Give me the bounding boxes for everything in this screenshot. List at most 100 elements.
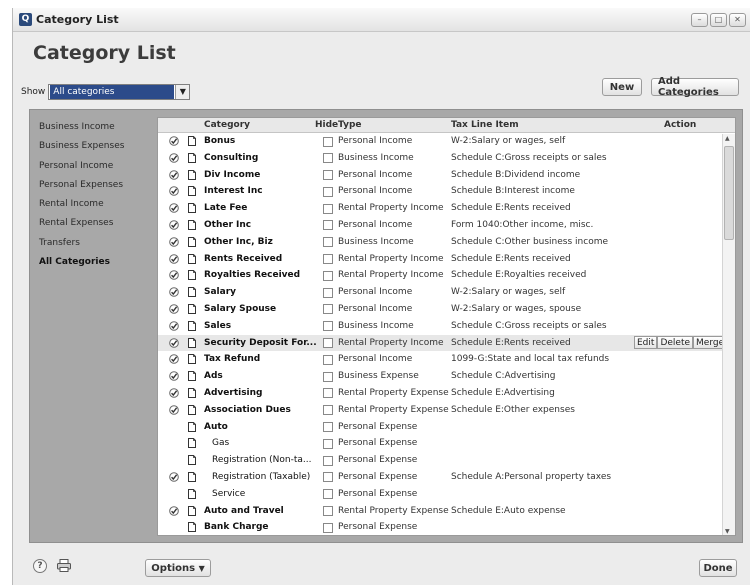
scroll-thumb[interactable] <box>724 146 734 240</box>
hide-checkbox[interactable] <box>323 522 333 533</box>
hide-checkbox[interactable] <box>323 170 333 181</box>
table-row[interactable]: Association Dues Rental Property Expense S… <box>158 402 735 419</box>
table-row[interactable]: Auto and Travel Rental Property Expense Sc… <box>158 503 735 520</box>
table-row[interactable]: Bonus Personal Income W-2:Salary or wages,… <box>158 133 735 150</box>
hide-checkbox[interactable] <box>323 270 333 281</box>
hide-checkbox[interactable] <box>323 354 333 365</box>
category-name[interactable]: Association Dues <box>204 405 291 415</box>
sidebar-item-all-categories[interactable]: All Categories <box>30 253 157 272</box>
hide-checkbox[interactable] <box>323 136 333 147</box>
category-name[interactable]: Security Deposit For... <box>204 338 317 348</box>
hide-checkbox[interactable] <box>323 254 333 265</box>
table-row[interactable]: Bank Charge Personal Expense <box>158 519 735 535</box>
hide-checkbox[interactable] <box>323 405 333 416</box>
done-button[interactable]: Done <box>699 559 737 577</box>
category-name[interactable]: Gas <box>212 438 229 448</box>
category-name[interactable]: Interest Inc <box>204 186 263 196</box>
new-button[interactable]: New <box>602 78 642 96</box>
table-row[interactable]: Ads Business Expense Schedule C:Advertisin… <box>158 368 735 385</box>
hide-checkbox[interactable] <box>323 304 333 315</box>
category-name[interactable]: Tax Refund <box>204 354 260 364</box>
category-name[interactable]: Late Fee <box>204 203 247 213</box>
category-name[interactable]: Ads <box>204 371 223 381</box>
table-row[interactable]: Consulting Business Income Schedule C:Gros… <box>158 150 735 167</box>
hide-checkbox[interactable] <box>323 438 333 449</box>
table-row[interactable]: Interest Inc Personal Income Schedule B:In… <box>158 183 735 200</box>
chevron-down-icon[interactable]: ▼ <box>175 85 190 99</box>
delete-button[interactable]: Delete <box>657 335 694 349</box>
scroll-up-icon[interactable]: ▲ <box>725 135 730 142</box>
sidebar-item-personal-expenses[interactable]: Personal Expenses <box>30 176 157 195</box>
hide-checkbox[interactable] <box>323 472 333 483</box>
hide-checkbox[interactable] <box>323 203 333 214</box>
close-icon[interactable]: ✕ <box>729 12 746 27</box>
category-name[interactable]: Other Inc <box>204 220 251 230</box>
hide-checkbox[interactable] <box>323 388 333 399</box>
vertical-scrollbar[interactable]: ▲ ▼ <box>722 134 735 535</box>
maximize-icon[interactable]: □ <box>710 12 727 27</box>
table-row[interactable]: Advertising Rental Property Expense Schedu… <box>158 385 735 402</box>
table-row[interactable]: Salary Personal Income W-2:Salary or wages… <box>158 284 735 301</box>
table-row[interactable]: Service Personal Expense <box>158 486 735 503</box>
hide-checkbox[interactable] <box>323 220 333 231</box>
category-name[interactable]: Bank Charge <box>204 522 269 532</box>
hide-checkbox[interactable] <box>323 338 333 349</box>
category-name[interactable]: Salary <box>204 287 236 297</box>
table-row[interactable]: Auto Personal Expense <box>158 419 735 436</box>
sidebar-item-transfers[interactable]: Transfers <box>30 234 157 253</box>
category-name[interactable]: Rents Received <box>204 254 282 264</box>
table-row[interactable]: Registration (Taxable) Personal Expense Sc… <box>158 469 735 486</box>
category-name[interactable]: Sales <box>204 321 231 331</box>
header-hide[interactable]: Hide <box>315 120 338 130</box>
hide-checkbox[interactable] <box>323 186 333 197</box>
add-categories-button[interactable]: Add Categories <box>651 76 739 98</box>
table-row[interactable]: Other Inc Personal Income Form 1040:Other … <box>158 217 735 234</box>
sidebar-item-rental-income[interactable]: Rental Income <box>30 195 157 214</box>
table-row[interactable]: Security Deposit For... Rental Property I… <box>158 334 735 352</box>
category-name[interactable]: Consulting <box>204 153 258 163</box>
table-row[interactable]: Div Income Personal Income Schedule B:Divi… <box>158 167 735 184</box>
sidebar-item-rental-expenses[interactable]: Rental Expenses <box>30 214 157 233</box>
table-row[interactable]: Tax Refund Personal Income 1099-G:State an… <box>158 351 735 368</box>
table-row[interactable]: Late Fee Rental Property Income Schedule E… <box>158 200 735 217</box>
hide-checkbox[interactable] <box>323 422 333 433</box>
header-category[interactable]: Category <box>204 120 250 130</box>
category-name[interactable]: Service <box>212 489 245 499</box>
table-row[interactable]: Salary Spouse Personal Income W-2:Salary o… <box>158 301 735 318</box>
table-row[interactable]: Royalties Received Rental Property Income… <box>158 267 735 284</box>
hide-checkbox[interactable] <box>323 287 333 298</box>
scroll-down-icon[interactable]: ▼ <box>725 528 730 535</box>
category-name[interactable]: Registration (Taxable) <box>212 472 310 482</box>
category-name[interactable]: Bonus <box>204 136 235 146</box>
minimize-icon[interactable]: – <box>691 12 708 27</box>
category-name[interactable]: Auto and Travel <box>204 506 284 516</box>
table-row[interactable]: Registration (Non-ta... Personal Expense <box>158 452 735 469</box>
hide-checkbox[interactable] <box>323 489 333 500</box>
options-button[interactable]: Options ▼ <box>145 559 211 577</box>
table-row[interactable]: Gas Personal Expense <box>158 435 735 452</box>
category-name[interactable]: Auto <box>204 422 228 432</box>
table-row[interactable]: Sales Business Income Schedule C:Gross rec… <box>158 318 735 335</box>
help-icon[interactable]: ? <box>33 559 47 573</box>
printer-icon[interactable] <box>57 559 71 572</box>
hide-checkbox[interactable] <box>323 455 333 466</box>
table-row[interactable]: Other Inc, Biz Business Income Schedule C:… <box>158 234 735 251</box>
table-row[interactable]: Rents Received Rental Property Income Sche… <box>158 251 735 268</box>
sidebar-item-business-expenses[interactable]: Business Expenses <box>30 137 157 156</box>
hide-checkbox[interactable] <box>323 321 333 332</box>
hide-checkbox[interactable] <box>323 506 333 517</box>
hide-checkbox[interactable] <box>323 371 333 382</box>
category-name[interactable]: Other Inc, Biz <box>204 237 273 247</box>
category-name[interactable]: Div Income <box>204 170 260 180</box>
header-type[interactable]: Type <box>338 120 361 130</box>
category-name[interactable]: Registration (Non-ta... <box>212 455 311 465</box>
sidebar-item-business-income[interactable]: Business Income <box>30 118 157 137</box>
category-name[interactable]: Royalties Received <box>204 270 300 280</box>
hide-checkbox[interactable] <box>323 153 333 164</box>
header-tax-line[interactable]: Tax Line Item <box>451 120 519 130</box>
edit-button[interactable]: Edit <box>634 335 658 349</box>
hide-checkbox[interactable] <box>323 237 333 248</box>
category-name[interactable]: Salary Spouse <box>204 304 276 314</box>
show-dropdown[interactable]: All categories ▼ <box>48 84 191 100</box>
category-name[interactable]: Advertising <box>204 388 263 398</box>
